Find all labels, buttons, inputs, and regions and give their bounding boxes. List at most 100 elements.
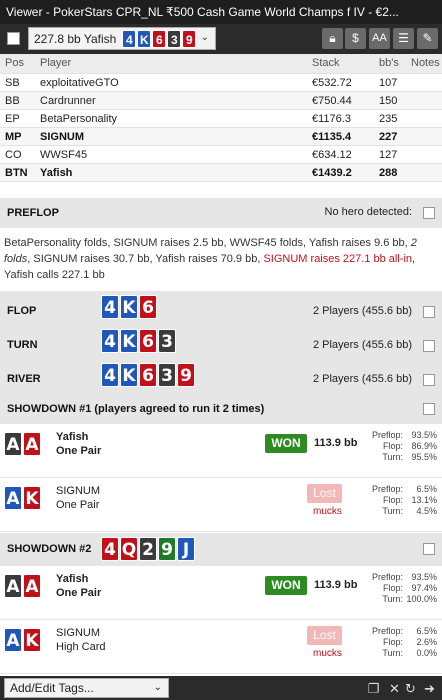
dollar-icon[interactable]: $ xyxy=(345,28,366,49)
player-pos: CO xyxy=(5,149,22,161)
showdown2-board: 4Q29J xyxy=(101,537,195,561)
hand-rank: One Pair xyxy=(56,587,102,599)
equity-block: Preflop: 6.5% Flop: 13.1% Turn: 4.5% xyxy=(355,484,437,517)
mucks-text: mucks xyxy=(313,506,342,517)
playing-card: 3 xyxy=(158,329,176,353)
street-checkbox[interactable] xyxy=(423,340,435,352)
table-row[interactable]: EP BetaPersonality €1176.3 235 xyxy=(0,110,442,128)
equity-row: Preflop: 93.5% xyxy=(355,430,437,441)
equity-value: 93.5% xyxy=(411,430,437,440)
preflop-header: PREFLOP No hero detected: xyxy=(0,198,442,228)
col-stack: Stack xyxy=(312,57,340,69)
player-name: SIGNUM xyxy=(56,627,100,639)
select-hand-checkbox[interactable] xyxy=(7,32,20,45)
equity-row: Preflop: 6.5% xyxy=(355,484,437,495)
street-title: RIVER xyxy=(7,373,41,385)
col-bbs: bb's xyxy=(379,57,399,69)
preflop-actions: BetaPersonality folds, SIGNUM raises 2.5… xyxy=(4,235,438,283)
copy-icon[interactable]: ❐ xyxy=(364,679,383,698)
showdown-row: A A Yafish One Pair WON 113.9 bb Preflop: 93.5%… xyxy=(0,566,442,620)
playing-card: 4 xyxy=(101,295,119,319)
list-icon[interactable]: ☰ xyxy=(393,28,414,49)
hand-selector[interactable]: 227.8 bb Yafish 4K639 ⌄ xyxy=(28,27,216,50)
equity-label: Preflop: xyxy=(371,430,403,440)
hand-rank: One Pair xyxy=(56,499,100,511)
won-badge: WON xyxy=(265,576,307,595)
allin-action: SIGNUM raises 227.1 bb all-in xyxy=(263,253,413,265)
player-bbs: 127 xyxy=(379,149,398,161)
showdown-row: A K SIGNUM High Card Lost mucks Preflop: 6.5% Fl… xyxy=(0,620,442,674)
lost-badge: Lost xyxy=(307,484,342,503)
showdown-player: SIGNUM One Pair xyxy=(56,484,100,512)
playing-card: 9 xyxy=(182,29,197,48)
showdown1-checkbox[interactable] xyxy=(423,403,435,415)
no-hero-text: No hero detected: xyxy=(324,206,412,218)
preflop-checkbox[interactable] xyxy=(423,207,435,219)
showdown2-checkbox[interactable] xyxy=(423,543,435,555)
equity-label: Flop: xyxy=(382,441,403,451)
playing-card: A xyxy=(4,574,22,598)
edit-icon[interactable]: ✎ xyxy=(417,28,438,49)
equity-row: Flop: 86.9% xyxy=(355,441,437,452)
equity-block: Preflop: 93.5% Flop: 97.4% Turn: 100.0% xyxy=(355,572,437,605)
showdown-player: SIGNUM High Card xyxy=(56,626,106,654)
table-row[interactable]: MP SIGNUM €1135.4 227 xyxy=(0,128,442,146)
col-pos: Pos xyxy=(5,57,24,69)
showdown2-header: SHOWDOWN #2 4Q29J xyxy=(0,533,442,566)
actions-text: , SIGNUM raises 30.7 bb, Yafish raises 7… xyxy=(27,253,264,265)
equity-value: 6.5% xyxy=(416,626,437,636)
showdown-player: Yafish One Pair xyxy=(56,430,101,458)
table-row[interactable]: CO WWSF45 €634.12 127 xyxy=(0,146,442,164)
player-name: Yafish xyxy=(40,167,73,179)
player-name: WWSF45 xyxy=(40,149,88,161)
street-checkbox[interactable] xyxy=(423,374,435,386)
equity-block: Preflop: 93.5% Flop: 86.9% Turn: 95.5% xyxy=(355,430,437,463)
equity-block: Preflop: 6.5% Flop: 2.6% Turn: 0.0% xyxy=(355,626,437,659)
table-row[interactable]: BTN Yafish €1439.2 288 xyxy=(0,164,442,182)
showdown-player: Yafish One Pair xyxy=(56,572,101,600)
playing-card: 4 xyxy=(101,329,119,353)
hand-cards: 4K639 xyxy=(122,29,197,48)
playing-card: 6 xyxy=(152,29,167,48)
equity-label: Flop: xyxy=(382,637,403,647)
player-bbs: 288 xyxy=(379,167,398,179)
player-pos: MP xyxy=(5,131,22,143)
equity-value: 95.5% xyxy=(411,452,437,462)
equity-row: Turn: 4.5% xyxy=(355,506,437,517)
street-checkbox[interactable] xyxy=(423,306,435,318)
col-notes: Notes xyxy=(411,57,440,69)
refresh-icon[interactable]: ↻ xyxy=(401,679,420,698)
tags-dropdown[interactable]: Add/Edit Tags... ⌄ xyxy=(4,678,169,698)
font-size-icon[interactable]: AA xyxy=(369,28,390,49)
lock-icon[interactable]: 🔒︎ xyxy=(322,28,343,49)
equity-label: Turn: xyxy=(382,506,403,516)
forward-icon[interactable]: ➜ xyxy=(420,679,439,698)
playing-card: A xyxy=(23,574,41,598)
player-stack: €1439.2 xyxy=(312,167,352,179)
equity-label: Turn: xyxy=(382,648,403,658)
equity-value: 2.6% xyxy=(416,637,437,647)
toolbar: 227.8 bb Yafish 4K639 ⌄ 🔒︎ $ AA ☰ ✎ xyxy=(0,24,442,54)
won-amount: 113.9 bb xyxy=(314,579,358,591)
mucks-text: mucks xyxy=(313,648,342,659)
showdown1-header: SHOWDOWN #1 (players agreed to run it 2 … xyxy=(0,394,442,424)
equity-row: Flop: 2.6% xyxy=(355,637,437,648)
col-player: Player xyxy=(40,57,72,69)
street-board: 4K63 xyxy=(101,329,176,353)
street-title: FLOP xyxy=(7,305,37,317)
footer-bar: Add/Edit Tags... ⌄ ❐ ✕ ↻ ➜ xyxy=(0,676,442,700)
equity-label: Flop: xyxy=(382,495,403,505)
table-row[interactable]: BB Cardrunner €750.44 150 xyxy=(0,92,442,110)
player-name: BetaPersonality xyxy=(40,113,118,125)
street-players: 2 Players (455.6 bb) xyxy=(312,305,412,317)
player-bbs: 150 xyxy=(379,95,398,107)
playing-card: 4 xyxy=(122,29,137,48)
playing-card: K xyxy=(23,486,41,510)
equity-value: 97.4% xyxy=(411,583,437,593)
equity-value: 86.9% xyxy=(411,441,437,451)
equity-row: Flop: 97.4% xyxy=(355,583,437,594)
table-row[interactable]: SB exploitativeGTO €532.72 107 xyxy=(0,74,442,92)
equity-value: 6.5% xyxy=(416,484,437,494)
preflop-title: PREFLOP xyxy=(7,207,59,219)
equity-value: 4.5% xyxy=(416,506,437,516)
